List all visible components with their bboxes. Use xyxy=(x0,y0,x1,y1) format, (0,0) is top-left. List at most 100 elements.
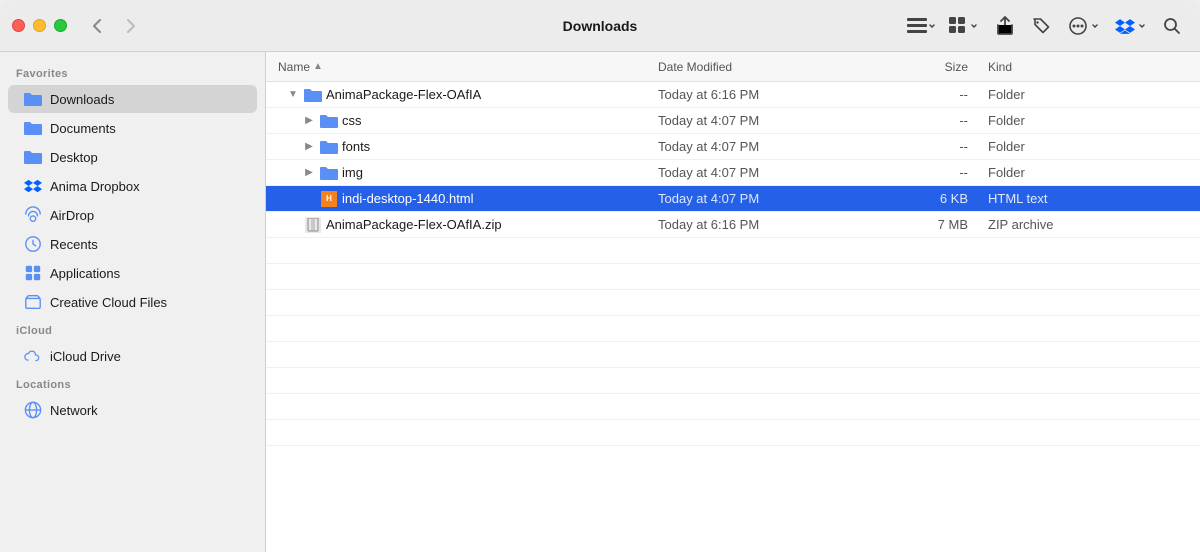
file-date: Today at 6:16 PM xyxy=(658,217,888,232)
expand-chevron[interactable]: ▶ xyxy=(302,141,316,152)
file-row[interactable]: H indi-desktop-1440.html Today at 4:07 P… xyxy=(266,186,1200,212)
folder-icon xyxy=(24,90,42,108)
file-size: 7 MB xyxy=(888,217,968,232)
documents-label: Documents xyxy=(50,121,116,136)
file-date: Today at 4:07 PM xyxy=(658,113,888,128)
file-name-cell: AnimaPackage-Flex-OAfIA.zip xyxy=(278,217,658,233)
empty-row xyxy=(266,342,1200,368)
icloud-icon xyxy=(24,347,42,365)
sidebar-item-airdrop[interactable]: AirDrop xyxy=(8,201,257,229)
share-button[interactable] xyxy=(989,12,1021,40)
file-name-cell: ▶ css xyxy=(278,113,658,129)
size-column-header[interactable]: Size xyxy=(888,60,968,74)
minimize-button[interactable] xyxy=(33,19,46,32)
file-name-cell: ▶ fonts xyxy=(278,139,658,155)
close-button[interactable] xyxy=(12,19,25,32)
folder-icon xyxy=(320,139,338,155)
column-headers: Name ▲ Date Modified Size Kind xyxy=(266,52,1200,82)
file-date: Today at 4:07 PM xyxy=(658,165,888,180)
empty-row xyxy=(266,238,1200,264)
title-bar: Downloads xyxy=(0,0,1200,52)
file-size: -- xyxy=(888,87,968,102)
folder-icon xyxy=(320,113,338,129)
sidebar-item-network[interactable]: Network xyxy=(8,396,257,424)
file-row[interactable]: ▼ AnimaPackage-Flex-OAfIA Today at 6:16 … xyxy=(266,82,1200,108)
action-button[interactable] xyxy=(1061,12,1105,40)
network-label: Network xyxy=(50,403,98,418)
downloads-label: Downloads xyxy=(50,92,114,107)
list-view-button[interactable] xyxy=(905,12,937,40)
airdrop-icon xyxy=(24,206,42,224)
traffic-lights xyxy=(12,19,67,32)
grid-view-button[interactable] xyxy=(941,12,985,40)
folder-icon xyxy=(24,148,42,166)
empty-row xyxy=(266,290,1200,316)
sort-arrow: ▲ xyxy=(313,61,323,72)
expand-chevron[interactable]: ▼ xyxy=(286,89,300,100)
search-button[interactable] xyxy=(1156,12,1188,40)
sidebar-item-anima-dropbox[interactable]: Anima Dropbox xyxy=(8,172,257,200)
file-size: -- xyxy=(888,165,968,180)
airdrop-label: AirDrop xyxy=(50,208,94,223)
sidebar-item-applications[interactable]: Applications xyxy=(8,259,257,287)
file-name-cell: H indi-desktop-1440.html xyxy=(278,191,658,207)
applications-label: Applications xyxy=(50,266,120,281)
forward-button[interactable] xyxy=(117,15,145,37)
file-name: fonts xyxy=(342,139,370,154)
file-row[interactable]: ▶ fonts Today at 4:07 PM -- Folder xyxy=(266,134,1200,160)
date-column-header[interactable]: Date Modified xyxy=(658,60,888,74)
sidebar-item-desktop[interactable]: Desktop xyxy=(8,143,257,171)
back-button[interactable] xyxy=(83,15,111,37)
name-column-header[interactable]: Name ▲ xyxy=(278,60,658,74)
file-size: -- xyxy=(888,113,968,128)
zip-file-icon xyxy=(304,217,322,233)
file-name: css xyxy=(342,113,362,128)
file-row[interactable]: AnimaPackage-Flex-OAfIA.zip Today at 6:1… xyxy=(266,212,1200,238)
file-kind: Folder xyxy=(968,139,1188,154)
file-name-cell: ▶ img xyxy=(278,165,658,181)
file-name: AnimaPackage-Flex-OAfIA xyxy=(326,87,481,102)
file-content: Name ▲ Date Modified Size Kind ▼ xyxy=(266,52,1200,552)
dropbox-sidebar-icon xyxy=(24,177,42,195)
recents-icon xyxy=(24,235,42,253)
sidebar-item-icloud-drive[interactable]: iCloud Drive xyxy=(8,342,257,370)
locations-label: Locations xyxy=(0,371,265,395)
icloud-label: iCloud xyxy=(0,317,265,341)
empty-row xyxy=(266,420,1200,446)
kind-column-header[interactable]: Kind xyxy=(968,60,1188,74)
sidebar-item-recents[interactable]: Recents xyxy=(8,230,257,258)
desktop-label: Desktop xyxy=(50,150,98,165)
file-name-cell: ▼ AnimaPackage-Flex-OAfIA xyxy=(278,87,658,103)
file-kind: Folder xyxy=(968,165,1188,180)
file-kind: Folder xyxy=(968,113,1188,128)
sidebar-item-downloads[interactable]: Downloads xyxy=(8,85,257,113)
empty-row xyxy=(266,368,1200,394)
main-area: Favorites Downloads Documents xyxy=(0,52,1200,552)
file-name: indi-desktop-1440.html xyxy=(342,191,474,206)
creative-cloud-label: Creative Cloud Files xyxy=(50,295,167,310)
toolbar-right xyxy=(905,12,1188,40)
network-icon xyxy=(24,401,42,419)
file-row[interactable]: ▶ img Today at 4:07 PM -- Folder xyxy=(266,160,1200,186)
file-row[interactable]: ▶ css Today at 4:07 PM -- Folder xyxy=(266,108,1200,134)
recents-label: Recents xyxy=(50,237,98,252)
folder-icon xyxy=(24,119,42,137)
empty-row xyxy=(266,394,1200,420)
expand-chevron[interactable]: ▶ xyxy=(302,167,316,178)
tag-button[interactable] xyxy=(1025,12,1057,40)
file-kind: HTML text xyxy=(968,191,1188,206)
nav-buttons xyxy=(83,15,145,37)
empty-row xyxy=(266,264,1200,290)
sidebar-item-creative-cloud[interactable]: Creative Cloud Files xyxy=(8,288,257,316)
sidebar-item-documents[interactable]: Documents xyxy=(8,114,257,142)
file-date: Today at 4:07 PM xyxy=(658,139,888,154)
dropbox-button[interactable] xyxy=(1109,12,1152,40)
file-list[interactable]: ▼ AnimaPackage-Flex-OAfIA Today at 6:16 … xyxy=(266,82,1200,552)
window-title: Downloads xyxy=(563,18,638,34)
folder-icon xyxy=(304,87,322,103)
file-size: -- xyxy=(888,139,968,154)
file-date: Today at 4:07 PM xyxy=(658,191,888,206)
fullscreen-button[interactable] xyxy=(54,19,67,32)
creative-cloud-icon xyxy=(24,293,42,311)
expand-chevron[interactable]: ▶ xyxy=(302,115,316,126)
